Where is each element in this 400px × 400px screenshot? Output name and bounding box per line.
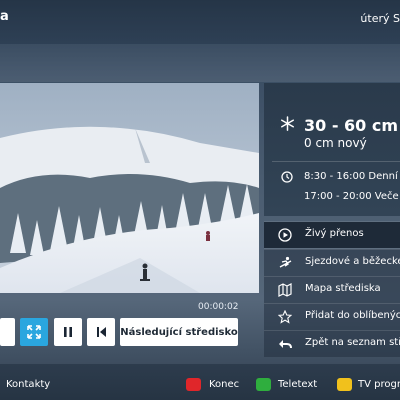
new-snow: 0 cm nový: [304, 136, 367, 150]
previous-button[interactable]: [0, 318, 15, 346]
info-divider: [272, 161, 400, 162]
teletext-label[interactable]: Teletext: [278, 379, 317, 390]
menu-item-back[interactable]: Zpět na seznam stř: [264, 330, 400, 357]
fullscreen-button[interactable]: [20, 318, 48, 346]
next-resort-button[interactable]: Následující středisko: [120, 318, 238, 346]
yellow-key-icon: [337, 378, 352, 391]
header-band: [0, 44, 400, 82]
tv-program-label[interactable]: TV progr: [358, 379, 400, 390]
back-arrow-icon: [279, 340, 292, 349]
green-key-icon: [256, 378, 271, 391]
menu-item-live[interactable]: Živý přenos: [264, 221, 400, 249]
red-key-icon: [186, 378, 201, 391]
snowflake-icon: [281, 116, 294, 131]
day-label: úterý S: [360, 12, 400, 25]
menu-item-label: Sjezdové a běžecké: [305, 256, 400, 267]
next-resort-label: Následující středisko: [120, 326, 238, 338]
logo-text: a: [0, 9, 9, 24]
pause-icon: [64, 327, 72, 337]
skip-back-icon: [97, 327, 106, 337]
star-icon: [278, 310, 292, 324]
menu-item-label: Mapa střediska: [305, 283, 381, 294]
clock-icon: [281, 171, 293, 183]
hours-evening: 17:00 - 20:00 Veče: [304, 191, 399, 202]
webcam-scene: [0, 83, 259, 293]
map-icon: [278, 283, 292, 297]
top-bar: a úterý S: [0, 0, 400, 44]
menu-item-label: Přidat do oblíbených: [305, 310, 400, 321]
fullscreen-icon: [27, 325, 41, 339]
end-label[interactable]: Konec: [209, 379, 239, 390]
skip-back-button[interactable]: [87, 318, 115, 346]
bottom-bar: Kontakty Konec Teletext TV progr: [0, 364, 400, 400]
play-circle-icon: [278, 228, 292, 242]
snow-depth: 30 - 60 cm: [304, 116, 399, 135]
webcam-video[interactable]: [0, 83, 259, 293]
menu-item-label: Živý přenos: [305, 228, 364, 239]
menu-item-favorite[interactable]: Přidat do oblíbených: [264, 303, 400, 330]
skier-icon: [279, 256, 292, 268]
pause-button[interactable]: [54, 318, 82, 346]
contacts-link[interactable]: Kontakty: [6, 379, 50, 390]
menu-item-map[interactable]: Mapa střediska: [264, 276, 400, 303]
resort-menu: Živý přenos Sjezdové a běžecké Mapa stře…: [264, 221, 400, 357]
elapsed-time: 00:00:02: [198, 302, 239, 312]
menu-item-slopes[interactable]: Sjezdové a běžecké: [264, 249, 400, 276]
resort-info-panel: 30 - 60 cm 0 cm nový 8:30 - 16:00 Denní …: [264, 83, 400, 216]
hours-day: 8:30 - 16:00 Denní: [304, 171, 398, 182]
menu-item-label: Zpět na seznam stř: [305, 337, 400, 348]
